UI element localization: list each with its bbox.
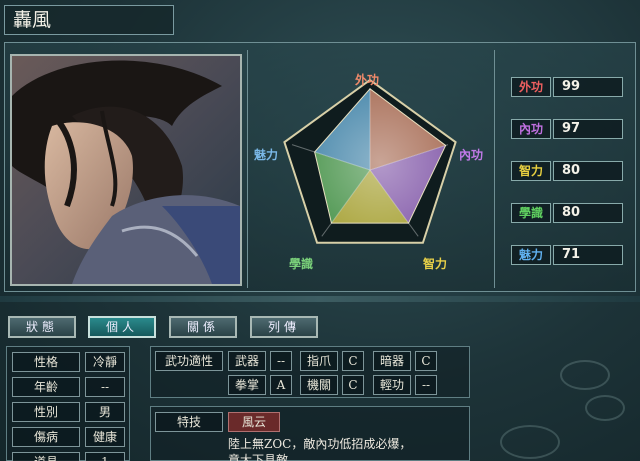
skill-desc-line-2: 意大下具敵 (228, 453, 289, 461)
radar-label-inner: 內功 (459, 148, 484, 162)
profile-label-gender: 性別 (12, 402, 80, 422)
cloud-ornament (500, 425, 560, 459)
profile-value-injury: 健康 (85, 427, 125, 447)
skill-desc-line-1: 陸上無ZOC，敵內功低招成必爆， (228, 437, 412, 451)
divider (247, 50, 248, 288)
martial-grade-weapon: -- (270, 351, 292, 371)
character-portrait (10, 54, 242, 286)
cloud-ornament (560, 360, 610, 390)
stat-label-outer: 外功 (511, 77, 551, 97)
martial-label-lightness: 輕功 (373, 375, 411, 395)
stat-value-outer: 99 (553, 77, 623, 97)
cloud-ornament (585, 395, 625, 421)
tab-personal[interactable]: 個人 (88, 316, 156, 338)
radar-label-knowledge: 學識 (289, 257, 314, 271)
martial-label-claw: 指爪 (300, 351, 338, 371)
stat-label-inner: 內功 (511, 119, 551, 139)
profile-label-injury: 傷病 (12, 427, 80, 447)
special-skill-name[interactable]: 風云 (228, 412, 280, 432)
portrait-image (12, 56, 240, 284)
martial-label-mechanism: 機關 (300, 375, 338, 395)
martial-grade-fist: A (270, 375, 292, 395)
special-skill-description: 陸上無ZOC，敵內功低招成必爆， 意大下具敵 (228, 436, 464, 461)
profile-label-personality: 性格 (12, 352, 80, 372)
stat-value-charm: 71 (553, 245, 623, 265)
radar-label-intellect: 智力 (423, 257, 448, 271)
martial-label-fist: 拳掌 (228, 375, 266, 395)
stat-value-knowledge: 80 (553, 203, 623, 223)
radar-label-outer: 外功 (355, 73, 380, 87)
martial-grade-hidden-weapon: C (415, 351, 437, 371)
divider (494, 50, 495, 288)
tab-biography[interactable]: 列傳 (250, 316, 318, 338)
stat-label-knowledge: 學識 (511, 203, 551, 223)
martial-aptitude-title: 武功適性 (155, 351, 223, 371)
martial-grade-claw: C (342, 351, 364, 371)
profile-label-age: 年齡 (12, 377, 80, 397)
stat-label-intellect: 智力 (511, 161, 551, 181)
profile-label-item: 道具 (12, 452, 80, 461)
tab-status[interactable]: 狀態 (8, 316, 76, 338)
stat-value-intellect: 80 (553, 161, 623, 181)
martial-label-weapon: 武器 (228, 351, 266, 371)
section-divider (0, 296, 640, 302)
profile-value-age: -- (85, 377, 125, 397)
special-skill-label: 特技 (155, 412, 223, 432)
attribute-radar-chart (283, 78, 457, 244)
profile-value-item: 1 (85, 452, 125, 461)
martial-label-hidden-weapon: 暗器 (373, 351, 411, 371)
martial-grade-mechanism: C (342, 375, 364, 395)
stat-label-charm: 魅力 (511, 245, 551, 265)
profile-value-gender: 男 (85, 402, 125, 422)
character-name: 轟風 (4, 5, 174, 35)
martial-grade-lightness: -- (415, 375, 437, 395)
tab-relations[interactable]: 關係 (169, 316, 237, 338)
profile-value-personality: 冷靜 (85, 352, 125, 372)
radar-label-charm: 魅力 (254, 148, 279, 162)
stat-value-inner: 97 (553, 119, 623, 139)
